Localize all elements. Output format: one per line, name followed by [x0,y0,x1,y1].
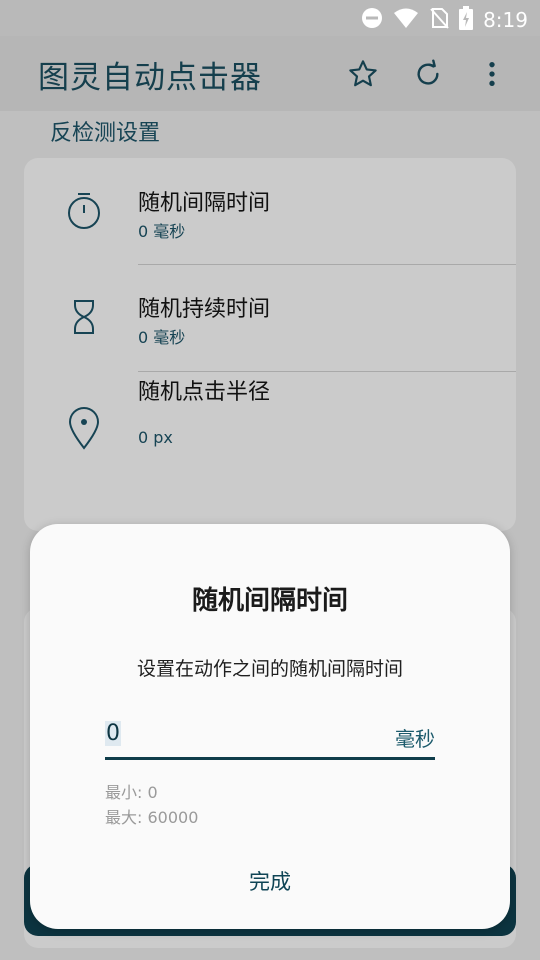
setting-value: 0 px [138,428,173,447]
refresh-button[interactable] [412,58,444,90]
interval-input[interactable]: 0 毫秒 [105,719,435,761]
timer-icon [64,190,104,230]
input-underline [105,757,435,760]
status-bar: 8:19 [0,0,540,36]
min-hint: 最小: 0 [105,783,158,802]
setting-label: 随机持续时间 [138,297,271,322]
app-title: 图灵自动点击器 [38,60,262,96]
location-pin-icon [64,407,104,450]
favorite-button[interactable] [347,58,379,90]
no-sim-icon [429,7,449,33]
setting-value: 0 毫秒 [138,222,186,241]
status-icons: 8:19 [361,6,528,34]
status-time: 8:19 [483,8,528,32]
wifi-icon [393,7,419,33]
dialog-description: 设置在动作之间的随机间隔时间 [136,658,403,680]
interval-input-value[interactable]: 0 [105,721,121,746]
section-title: 反检测设置 [50,121,161,146]
settings-card: 随机间隔时间 0 毫秒 随机持续时间 0 毫秒 随机点击半径 0 px [24,158,516,546]
hourglass-icon [64,297,104,337]
dialog-title: 随机间隔时间 [191,586,348,616]
interval-dialog: 随机间隔时间 设置在动作之间的随机间隔时间 0 毫秒 最小: 0 最大: 600… [30,524,510,929]
star-icon [349,60,377,87]
setting-value: 0 毫秒 [138,328,186,347]
do-not-disturb-icon [361,7,383,33]
max-hint: 最大: 60000 [105,808,199,827]
setting-random-interval[interactable]: 随机间隔时间 0 毫秒 [24,158,516,264]
setting-label: 随机点击半径 [138,380,271,405]
interval-unit-label: 毫秒 [395,727,435,751]
refresh-icon [417,59,439,85]
more-vert-icon [489,62,495,86]
more-options-button[interactable] [476,58,508,90]
setting-random-radius[interactable]: 随机点击半径 0 px [24,372,516,530]
battery-charging-icon [459,6,474,34]
setting-label: 随机间隔时间 [138,191,271,216]
setting-random-duration[interactable]: 随机持续时间 0 毫秒 [24,265,516,371]
app-bar: 图灵自动点击器 [0,36,540,111]
done-button[interactable]: 完成 [30,866,510,896]
